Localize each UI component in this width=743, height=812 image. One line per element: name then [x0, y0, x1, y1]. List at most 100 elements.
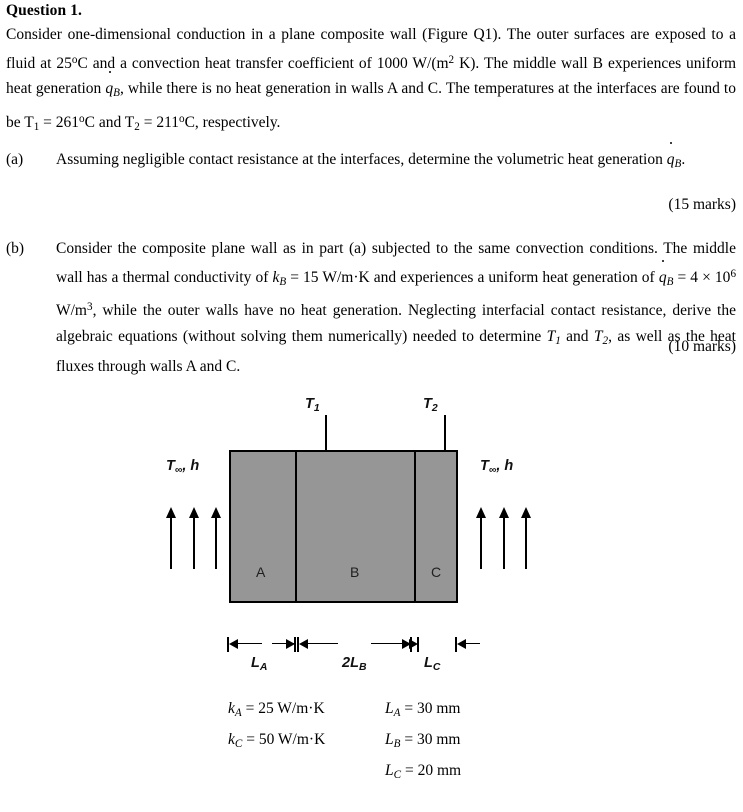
k-symbol: k: [228, 731, 235, 748]
part-b: (b) Consider the composite plane wall as…: [6, 236, 736, 380]
question-page: Question 1. Consider one-dimensional con…: [0, 0, 743, 812]
arrow-shaft: [480, 515, 482, 569]
part-a: (a) Assuming negligible contact resistan…: [6, 142, 736, 178]
l-subscript: B: [358, 661, 367, 673]
l-symbol: L: [424, 655, 433, 671]
interface-t2-label: T2: [423, 396, 438, 414]
l-value: = 30 mm: [400, 700, 461, 717]
t2-subscript: 2: [431, 402, 438, 414]
dimension-label-2lb: 2LB: [342, 655, 366, 673]
page-title: Question 1.: [6, 2, 83, 19]
convection-arrow-icon: [521, 507, 531, 569]
part-b-marks: (10 marks): [668, 338, 736, 355]
wall-label-b: B: [350, 564, 360, 580]
l-subscript: C: [393, 769, 402, 782]
intro-paragraph: Consider one-dimensional conduction in a…: [6, 22, 736, 140]
convection-arrow-icon: [189, 507, 199, 569]
part-a-body: Assuming negligible contact resistance a…: [56, 142, 736, 178]
part-b-text-3: = 4 × 10: [673, 268, 731, 286]
dimension-line: [466, 643, 480, 644]
l-symbol: L: [385, 731, 394, 748]
arrow-shaft: [503, 515, 505, 569]
dimension-label-lc: LC: [424, 655, 440, 673]
k-symbol: k: [228, 700, 235, 717]
arrowhead-left-icon: [457, 639, 466, 649]
ambient-label-right: T∞, h: [480, 458, 513, 476]
l-symbol: L: [385, 700, 394, 717]
t1-symbol: T: [305, 396, 314, 412]
ambient-h-text: , h: [496, 458, 514, 474]
dimension-line: [238, 643, 262, 644]
k-value: = 25 W/m·K: [241, 700, 325, 717]
property-ka: kA = 25 W/m·K: [228, 700, 325, 719]
dim-prefix: 2: [342, 655, 351, 671]
convection-arrow-icon: [211, 507, 221, 569]
arrow-shaft: [525, 515, 527, 569]
part-b-marker: (b): [6, 240, 25, 257]
intro-text-6: C and T: [84, 113, 135, 131]
t2-symbol: T: [423, 396, 432, 412]
dimension-tick: [417, 637, 419, 652]
intro-text-5: = 261: [39, 113, 80, 131]
intro-text-2: C and a convection heat transfer coeffic…: [77, 54, 449, 72]
convection-arrow-icon: [166, 507, 176, 569]
part-a-heat-generation-symbol: qB: [667, 142, 681, 170]
part-b-text-2: = 15 W/m·K and experiences a uniform hea…: [286, 268, 659, 286]
l-subscript: C: [432, 661, 441, 673]
property-row: LC = 20 mm: [0, 762, 743, 793]
dimension-line: [371, 643, 403, 644]
q-subscript: B: [113, 87, 120, 100]
property-kc: kC = 50 W/m·K: [228, 731, 325, 750]
l-value: = 30 mm: [400, 731, 461, 748]
heat-generation-symbol: qB: [105, 71, 120, 100]
l-symbol: L: [350, 655, 359, 671]
composite-wall-figure: T1 T2 A B C T∞, h T∞, h LA 2LB LC: [0, 390, 743, 690]
l-value: = 20 mm: [401, 762, 462, 779]
l-subscript: A: [259, 661, 268, 673]
property-row: kA = 25 W/m·K LA = 30 mm: [0, 700, 743, 731]
q-dot-symbol: q: [659, 259, 667, 291]
ambient-h-text: , h: [182, 458, 200, 474]
dimension-label-la: LA: [251, 655, 267, 673]
wall-label-c: C: [431, 564, 442, 580]
part-a-text-1: Assuming negligible contact resistance a…: [56, 151, 667, 168]
dimension-line: [308, 643, 338, 644]
part-a-marks: (15 marks): [668, 196, 736, 213]
conductivity-b-symbol: kB: [272, 269, 286, 288]
arrowhead-left-icon: [229, 639, 238, 649]
k-value: = 50 W/m·K: [242, 731, 326, 748]
q-dot-symbol: q: [105, 71, 113, 102]
property-lb: LB = 30 mm: [385, 731, 460, 750]
composite-wall-block: [229, 450, 458, 603]
t-symbol: T: [480, 458, 489, 474]
arrow-shaft: [215, 515, 217, 569]
l-symbol: L: [251, 655, 260, 671]
exponent-6: 6: [730, 267, 737, 280]
t-symbol: T: [166, 458, 175, 474]
part-b-text-4: W/m: [56, 302, 87, 320]
property-list: kA = 25 W/m·K LA = 30 mm kC = 50 W/m·K L…: [0, 700, 743, 793]
arrow-shaft: [193, 515, 195, 569]
q-dot-symbol: q: [667, 142, 674, 173]
convection-arrow-icon: [499, 507, 509, 569]
arrow-shaft: [170, 515, 172, 569]
intro-text-8: C, respectively.: [184, 113, 281, 131]
wall-divider-ab: [295, 450, 297, 603]
part-b-body: Consider the composite plane wall as in …: [56, 236, 736, 380]
dimension-tick: [294, 637, 296, 652]
part-a-text-2: .: [681, 151, 686, 168]
wall-label-a: A: [256, 564, 266, 580]
wall-divider-bc: [414, 450, 416, 603]
property-row: kC = 50 W/m·K LB = 30 mm: [0, 731, 743, 762]
t1-subscript: 1: [313, 402, 320, 414]
l-symbol: L: [385, 762, 394, 779]
property-la: LA = 30 mm: [385, 700, 460, 719]
part-a-marker: (a): [6, 151, 24, 168]
intro-text-7: = 211: [139, 113, 180, 131]
ambient-label-left: T∞, h: [166, 458, 199, 476]
property-lc: LC = 20 mm: [385, 762, 461, 781]
interface-t1-label: T1: [305, 396, 320, 414]
k-subscript: A: [234, 707, 242, 720]
part-b-heat-generation-symbol: qB: [659, 259, 673, 288]
arrowhead-left-icon: [299, 639, 308, 649]
